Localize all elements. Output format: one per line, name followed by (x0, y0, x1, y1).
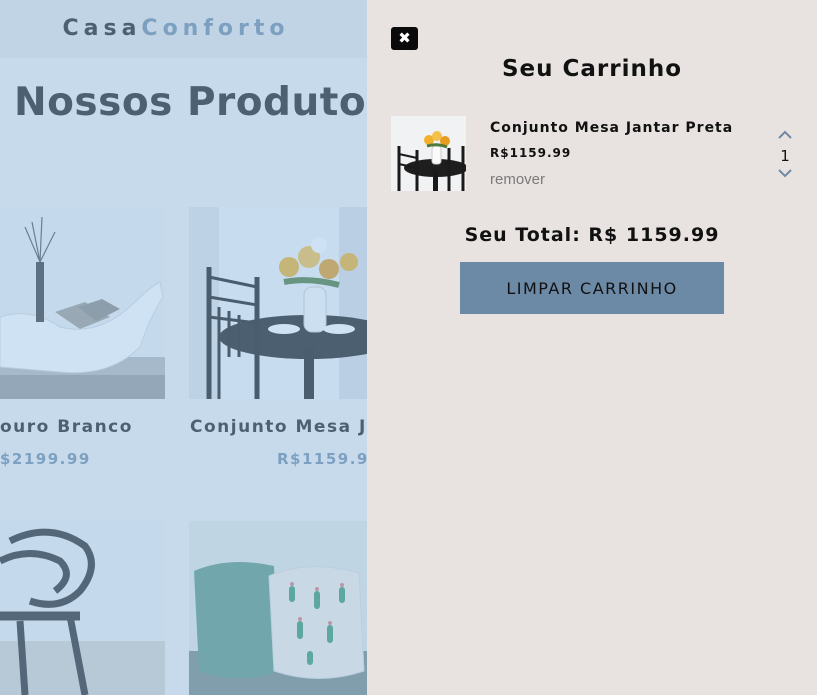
cart-item-image (391, 116, 466, 191)
cart-total: Seu Total: R$ 1159.99 (464, 224, 720, 246)
cart-drawer: ✖ Seu Carrinho Conjunto Mesa Jantar Pret… (367, 0, 817, 695)
cart-item-name: Conjunto Mesa Jantar Preta (490, 120, 734, 136)
chevron-up-icon[interactable] (777, 127, 793, 139)
close-icon: ✖ (398, 29, 411, 47)
cart-item-price: R$1159.99 (490, 146, 572, 160)
close-cart-button[interactable]: ✖ (391, 27, 418, 50)
remove-item-button[interactable]: remover (490, 171, 545, 188)
cart-item-quantity: 1 (780, 147, 790, 165)
clear-cart-button[interactable]: LIMPAR CARRINHO (460, 262, 724, 314)
chevron-down-icon[interactable] (777, 167, 793, 179)
cart-title: Seu Carrinho (501, 56, 683, 82)
cart-item: Conjunto Mesa Jantar Preta R$1159.99 rem… (391, 116, 801, 192)
